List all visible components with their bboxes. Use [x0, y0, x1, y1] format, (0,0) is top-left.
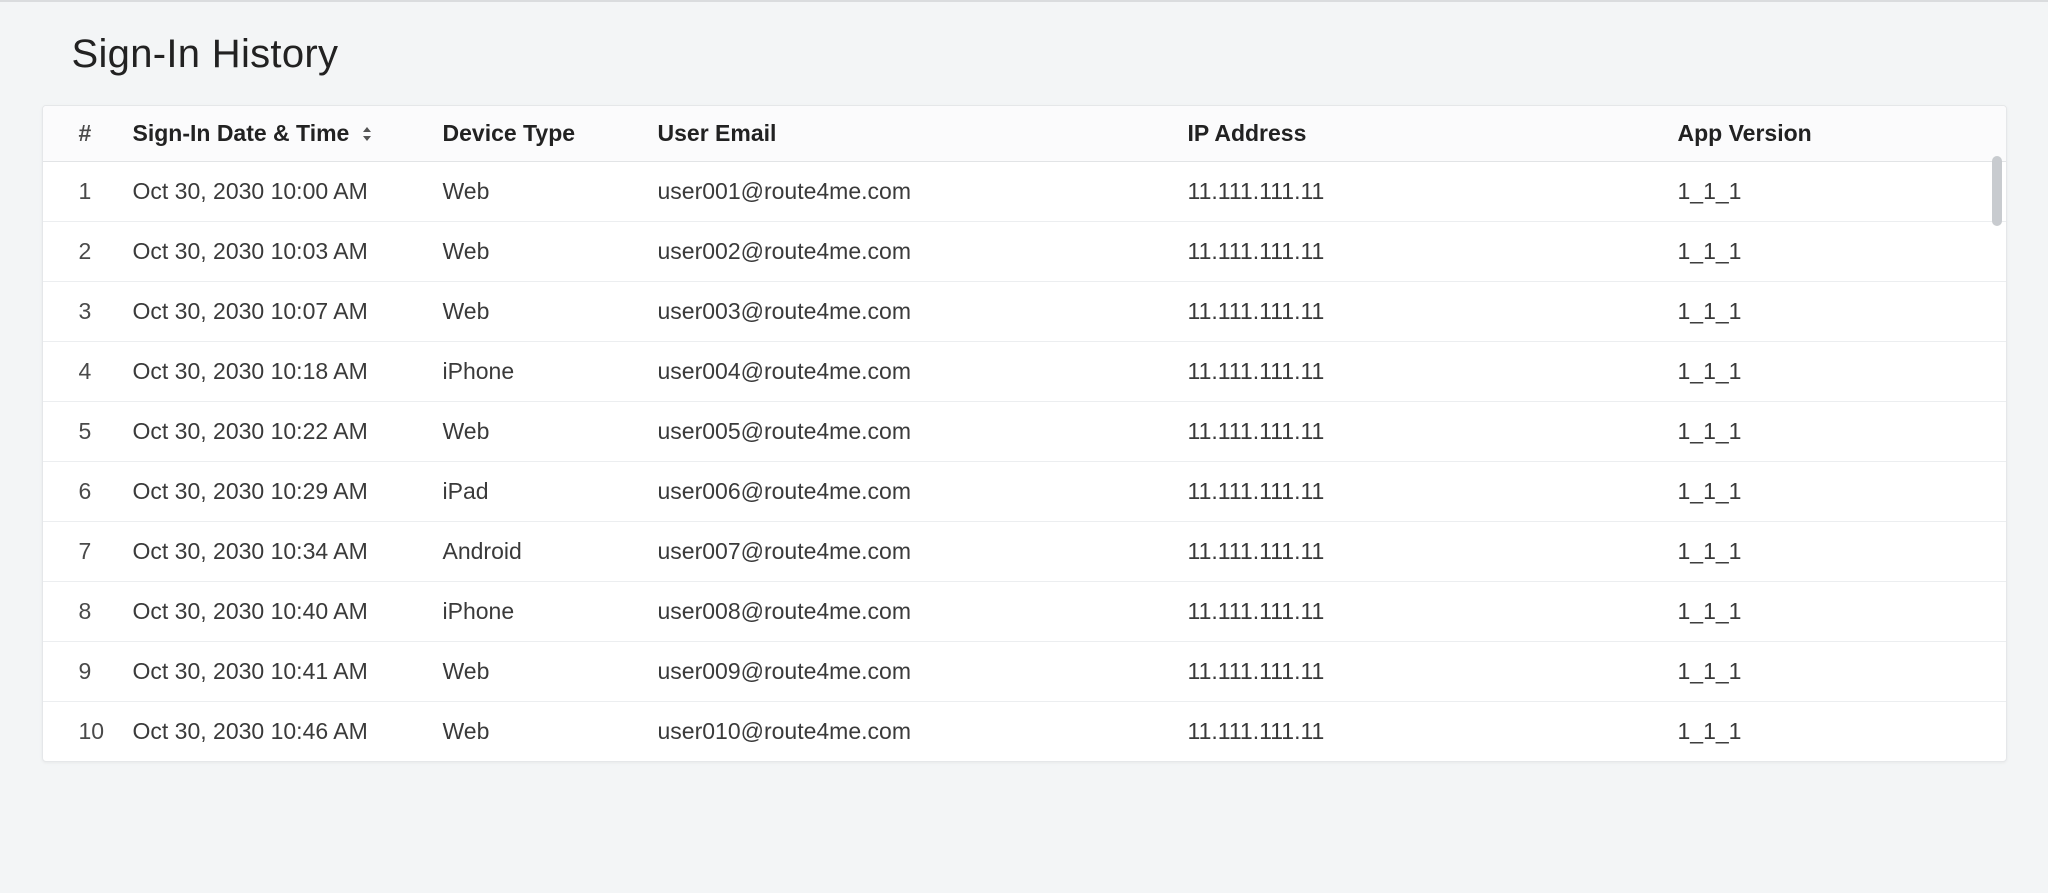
col-header-device[interactable]: Device Type [443, 106, 658, 162]
cell-email: user010@route4me.com [658, 702, 1188, 762]
cell-index: 4 [43, 342, 133, 402]
cell-email: user005@route4me.com [658, 402, 1188, 462]
cell-ip: 11.111.111.11 [1188, 342, 1678, 402]
sort-icon [362, 127, 372, 141]
table-row[interactable]: 3Oct 30, 2030 10:07 AMWebuser003@route4m… [43, 282, 2006, 342]
page-title: Sign-In History [72, 32, 2007, 77]
cell-version: 1_1_1 [1678, 702, 2006, 762]
cell-ip: 11.111.111.11 [1188, 222, 1678, 282]
cell-date: Oct 30, 2030 10:03 AM [133, 222, 443, 282]
cell-device: iPhone [443, 582, 658, 642]
cell-date: Oct 30, 2030 10:40 AM [133, 582, 443, 642]
cell-version: 1_1_1 [1678, 402, 2006, 462]
table-row[interactable]: 7Oct 30, 2030 10:34 AMAndroiduser007@rou… [43, 522, 2006, 582]
cell-device: Android [443, 522, 658, 582]
table-row[interactable]: 8Oct 30, 2030 10:40 AMiPhoneuser008@rout… [43, 582, 2006, 642]
cell-index: 6 [43, 462, 133, 522]
cell-ip: 11.111.111.11 [1188, 162, 1678, 222]
cell-email: user008@route4me.com [658, 582, 1188, 642]
cell-email: user001@route4me.com [658, 162, 1188, 222]
cell-index: 10 [43, 702, 133, 762]
table-row[interactable]: 6Oct 30, 2030 10:29 AMiPaduser006@route4… [43, 462, 2006, 522]
table-row[interactable]: 9Oct 30, 2030 10:41 AMWebuser009@route4m… [43, 642, 2006, 702]
cell-ip: 11.111.111.11 [1188, 642, 1678, 702]
cell-device: Web [443, 642, 658, 702]
cell-index: 1 [43, 162, 133, 222]
page-container: Sign-In History # Sign-In Date & Time [42, 32, 2007, 762]
cell-version: 1_1_1 [1678, 522, 2006, 582]
table-row[interactable]: 5Oct 30, 2030 10:22 AMWebuser005@route4m… [43, 402, 2006, 462]
cell-version: 1_1_1 [1678, 462, 2006, 522]
cell-date: Oct 30, 2030 10:18 AM [133, 342, 443, 402]
signin-history-table-card: # Sign-In Date & Time Device Type User E… [42, 105, 2007, 762]
cell-index: 8 [43, 582, 133, 642]
table-row[interactable]: 4Oct 30, 2030 10:18 AMiPhoneuser004@rout… [43, 342, 2006, 402]
cell-ip: 11.111.111.11 [1188, 702, 1678, 762]
cell-date: Oct 30, 2030 10:46 AM [133, 702, 443, 762]
cell-device: Web [443, 162, 658, 222]
cell-date: Oct 30, 2030 10:29 AM [133, 462, 443, 522]
cell-version: 1_1_1 [1678, 642, 2006, 702]
cell-date: Oct 30, 2030 10:34 AM [133, 522, 443, 582]
cell-ip: 11.111.111.11 [1188, 282, 1678, 342]
cell-ip: 11.111.111.11 [1188, 402, 1678, 462]
cell-ip: 11.111.111.11 [1188, 582, 1678, 642]
table-header-row: # Sign-In Date & Time Device Type User E… [43, 106, 2006, 162]
cell-email: user004@route4me.com [658, 342, 1188, 402]
table-row[interactable]: 2Oct 30, 2030 10:03 AMWebuser002@route4m… [43, 222, 2006, 282]
cell-device: iPhone [443, 342, 658, 402]
table-body: 1Oct 30, 2030 10:00 AMWebuser001@route4m… [43, 162, 2006, 762]
cell-email: user006@route4me.com [658, 462, 1188, 522]
cell-ip: 11.111.111.11 [1188, 462, 1678, 522]
cell-email: user007@route4me.com [658, 522, 1188, 582]
cell-device: Web [443, 282, 658, 342]
signin-history-table: # Sign-In Date & Time Device Type User E… [43, 106, 2006, 761]
cell-ip: 11.111.111.11 [1188, 522, 1678, 582]
cell-date: Oct 30, 2030 10:07 AM [133, 282, 443, 342]
col-header-ip[interactable]: IP Address [1188, 106, 1678, 162]
cell-date: Oct 30, 2030 10:00 AM [133, 162, 443, 222]
col-header-date-label: Sign-In Date & Time [133, 120, 350, 146]
cell-device: Web [443, 222, 658, 282]
col-header-date[interactable]: Sign-In Date & Time [133, 106, 443, 162]
cell-version: 1_1_1 [1678, 582, 2006, 642]
cell-index: 9 [43, 642, 133, 702]
col-header-email[interactable]: User Email [658, 106, 1188, 162]
table-row[interactable]: 1Oct 30, 2030 10:00 AMWebuser001@route4m… [43, 162, 2006, 222]
cell-email: user009@route4me.com [658, 642, 1188, 702]
cell-version: 1_1_1 [1678, 342, 2006, 402]
cell-email: user003@route4me.com [658, 282, 1188, 342]
cell-date: Oct 30, 2030 10:22 AM [133, 402, 443, 462]
cell-version: 1_1_1 [1678, 162, 2006, 222]
cell-device: Web [443, 702, 658, 762]
cell-version: 1_1_1 [1678, 282, 2006, 342]
col-header-index[interactable]: # [43, 106, 133, 162]
cell-date: Oct 30, 2030 10:41 AM [133, 642, 443, 702]
cell-index: 7 [43, 522, 133, 582]
vertical-scrollbar[interactable] [1992, 156, 2002, 226]
cell-index: 2 [43, 222, 133, 282]
col-header-version[interactable]: App Version [1678, 106, 2006, 162]
cell-index: 5 [43, 402, 133, 462]
cell-device: Web [443, 402, 658, 462]
cell-version: 1_1_1 [1678, 222, 2006, 282]
cell-device: iPad [443, 462, 658, 522]
table-row[interactable]: 10Oct 30, 2030 10:46 AMWebuser010@route4… [43, 702, 2006, 762]
cell-index: 3 [43, 282, 133, 342]
cell-email: user002@route4me.com [658, 222, 1188, 282]
